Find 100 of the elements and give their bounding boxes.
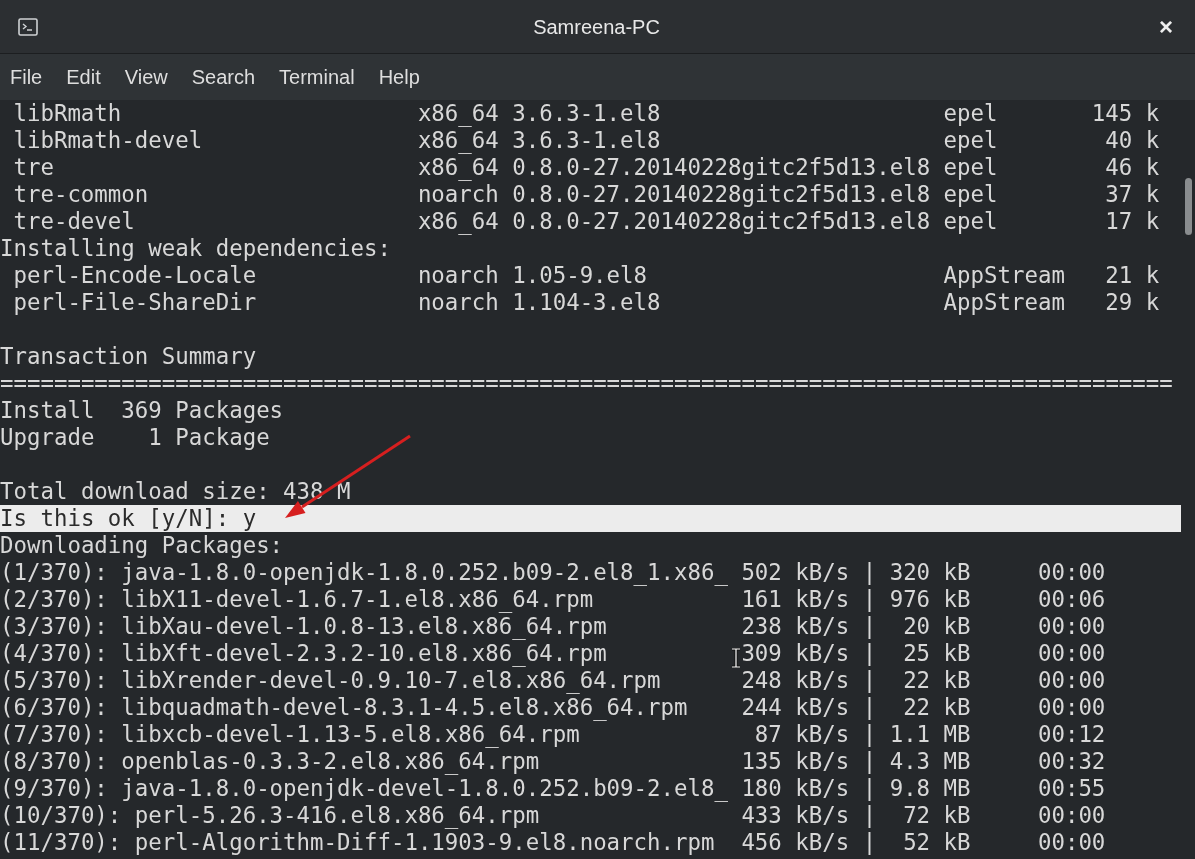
download-rate: 161 kB/s (741, 586, 850, 613)
package-version: 0.8.0-27.20140228gitc2f5d13.el8 (512, 154, 931, 180)
column-divider: | (862, 640, 877, 667)
download-size: 72 kB (903, 802, 971, 829)
package-name: libRmath-devel (13, 127, 203, 153)
menu-item[interactable]: View (124, 62, 168, 92)
window-title: Samreena-PC (533, 14, 660, 40)
download-rate: 244 kB/s (741, 694, 850, 721)
package-size: 46 k (1105, 154, 1160, 181)
download-size: 20 kB (903, 613, 971, 640)
download-time: 00:00 (1037, 640, 1106, 666)
package-name: tre (13, 154, 54, 180)
package-arch: x86_64 (417, 208, 499, 234)
download-time: 00:55 (1037, 775, 1106, 801)
package-repo: AppStream (943, 289, 1065, 315)
package-version: 0.8.0-27.20140228gitc2f5d13.el8 (512, 208, 931, 234)
package-repo: epel (943, 154, 998, 180)
download-size: 22 kB (903, 694, 971, 721)
package-size: 40 k (1105, 127, 1160, 154)
download-size: 320 kB (889, 559, 971, 586)
package-size: 145 k (1091, 100, 1160, 127)
column-divider: | (862, 775, 877, 802)
scrollbar-thumb[interactable] (1185, 178, 1192, 235)
download-size: 1.1 MB (889, 721, 971, 748)
column-divider: | (862, 802, 877, 829)
menu-item[interactable]: Help (378, 62, 420, 92)
terminal-line: Downloading Packages: (0, 532, 284, 558)
text-cursor-icon (731, 648, 741, 668)
close-button[interactable]: × (1155, 14, 1177, 39)
package-name: perl-Encode-Locale (13, 262, 257, 288)
download-time: 00:00 (1037, 802, 1106, 828)
package-repo: epel (943, 127, 998, 153)
package-repo: epel (943, 208, 998, 234)
column-divider: | (862, 694, 877, 721)
download-rate: 433 kB/s (741, 802, 850, 829)
column-divider: | (862, 829, 877, 856)
package-arch: noarch (417, 289, 499, 315)
download-time: 00:00 (1037, 667, 1106, 693)
download-rate: 309 kB/s (741, 640, 850, 667)
download-rate: 502 kB/s (741, 559, 850, 586)
download-file: (10/370): perl-5.26.3-416.el8.x86_64.rpm (0, 802, 540, 828)
terminal-icon (18, 17, 38, 36)
download-rate: 248 kB/s (741, 667, 850, 694)
column-divider: | (862, 721, 877, 748)
download-time: 00:00 (1037, 613, 1106, 639)
package-version: 3.6.3-1.el8 (512, 127, 661, 153)
download-file: (3/370): libXau-devel-1.0.8-13.el8.x86_64.rpm (0, 613, 607, 639)
download-rate: 87 kB/s (754, 721, 850, 748)
package-size: 29 k (1105, 289, 1160, 316)
package-arch: x86_64 (417, 127, 499, 153)
download-file: (9/370): java-1.8.0-openjdk-devel-1.8.0.252.b09-2.el8_ (0, 775, 728, 801)
download-file: (4/370): libXft-devel-2.3.2-10.el8.x86_64.rpm (0, 640, 607, 666)
download-size: 25 kB (903, 640, 971, 667)
menu-item[interactable]: Edit (66, 62, 101, 92)
package-name: tre-common (13, 181, 149, 207)
package-version: 1.104-3.el8 (512, 289, 661, 315)
package-size: 37 k (1105, 181, 1160, 208)
package-repo: epel (943, 100, 998, 126)
download-size: 9.8 MB (889, 775, 971, 802)
terminal-line: Install 369 Packages (0, 397, 284, 423)
menu-item[interactable]: File (10, 62, 43, 92)
download-file: (8/370): openblas-0.3.3-2.el8.x86_64.rpm (0, 748, 540, 774)
download-size: 976 kB (889, 586, 971, 613)
download-time: 00:00 (1037, 559, 1106, 585)
package-version: 3.6.3-1.el8 (512, 100, 661, 126)
package-size: 17 k (1105, 208, 1160, 235)
download-file: (5/370): libXrender-devel-0.9.10-7.el8.x86_64.rpm (0, 667, 661, 693)
download-time: 00:32 (1037, 748, 1106, 774)
package-repo: AppStream (943, 262, 1065, 288)
download-file: (11/370): perl-Algorithm-Diff-1.1903-9.el8.noarch.rpm (0, 829, 715, 855)
package-arch: noarch (417, 181, 499, 207)
terminal-line: Transaction Summary (0, 343, 257, 369)
package-arch: x86_64 (417, 154, 499, 180)
download-file: (6/370): libquadmath-devel-8.3.1-4.5.el8.x86_64.rpm (0, 694, 688, 720)
column-divider: | (862, 559, 877, 586)
package-name: perl-File-ShareDir (13, 289, 257, 315)
download-file: (2/370): libX11-devel-1.6.7-1.el8.x86_64.rpm (0, 586, 594, 612)
download-file: (1/370): java-1.8.0-openjdk-1.8.0.252.b09-2.el8_1.x86_ (0, 559, 728, 585)
terminal-line: Installing weak dependencies: (0, 235, 391, 261)
column-divider: | (862, 748, 877, 775)
download-rate: 456 kB/s (741, 829, 850, 856)
package-name: libRmath (13, 100, 122, 126)
package-arch: noarch (417, 262, 499, 288)
download-time: 00:00 (1037, 694, 1106, 720)
package-size: 21 k (1105, 262, 1160, 289)
package-arch: x86_64 (417, 100, 499, 126)
column-divider: | (862, 613, 877, 640)
download-time: 00:00 (1037, 829, 1106, 855)
column-divider: | (862, 586, 877, 613)
menu-item[interactable]: Terminal (279, 62, 355, 92)
terminal-line: Upgrade 1 Package (0, 424, 270, 450)
download-time: 00:12 (1037, 721, 1106, 747)
download-time: 00:06 (1037, 586, 1106, 612)
package-version: 1.05-9.el8 (512, 262, 648, 288)
column-divider: | (862, 667, 877, 694)
menu-item[interactable]: Search (191, 62, 256, 92)
download-rate: 180 kB/s (741, 775, 850, 802)
package-version: 0.8.0-27.20140228gitc2f5d13.el8 (512, 181, 931, 207)
download-size: 52 kB (903, 829, 971, 856)
download-size: 4.3 MB (889, 748, 971, 775)
